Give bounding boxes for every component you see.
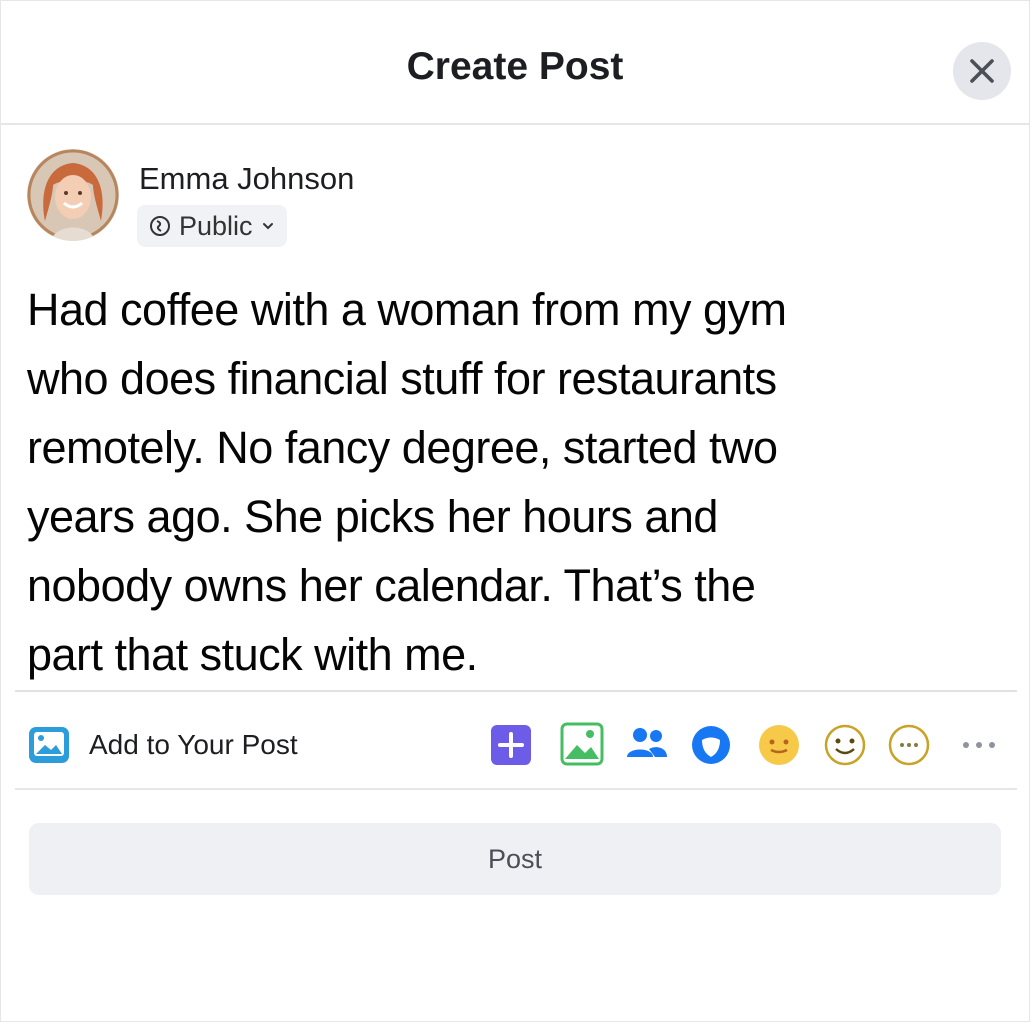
smiley-icon: [824, 724, 866, 766]
more-button[interactable]: [959, 735, 999, 755]
post-button[interactable]: Post: [29, 823, 1001, 895]
privacy-label: Public: [179, 210, 253, 241]
dialog-header: Create Post: [1, 1, 1029, 125]
post-line: nobody owns her calendar. That’s the: [27, 560, 756, 611]
post-line: remotely. No fancy degree, started two: [27, 422, 778, 473]
divider: [15, 788, 1017, 790]
add-to-post-label: Add to Your Post: [89, 729, 298, 760]
tag-people-button[interactable]: [625, 721, 669, 765]
author-name[interactable]: Emma Johnson: [139, 161, 354, 197]
feeling-button[interactable]: [757, 723, 801, 767]
more-icon: [963, 742, 995, 748]
plus-icon: [491, 725, 531, 765]
create-post-dialog: Create Post Emma Johnson Public Had coff…: [0, 0, 1030, 1022]
privacy-selector[interactable]: Public: [137, 205, 287, 247]
post-text-input[interactable]: Had coffee with a woman from my gym who …: [27, 275, 1012, 689]
photo-button[interactable]: [559, 721, 605, 767]
check-in-button[interactable]: [691, 725, 731, 765]
post-line: years ago. She picks her hours and: [27, 491, 718, 542]
post-line: Had coffee with a woman from my gym: [27, 284, 787, 335]
close-button[interactable]: [953, 42, 1011, 100]
feeling-icon: [759, 725, 799, 765]
chevron-down-icon: [262, 223, 273, 230]
post-line: who does financial stuff for restaurants: [27, 353, 777, 404]
dialog-title: Create Post: [406, 45, 624, 88]
emoji-button[interactable]: [823, 723, 867, 767]
add-to-post-bar: Add to Your Post: [27, 719, 1017, 771]
post-line: part that stuck with me.: [27, 629, 478, 680]
avatar: [27, 149, 119, 241]
globe-icon: [150, 216, 170, 236]
divider: [15, 690, 1017, 692]
image-icon: [560, 722, 604, 766]
more-options-circle-button[interactable]: [887, 723, 931, 767]
more-circle-icon: [888, 724, 930, 766]
location-icon: [692, 726, 730, 764]
tag-people-icon: [627, 728, 667, 757]
photo-frame-icon: [29, 727, 69, 763]
close-icon: [970, 59, 994, 83]
add-button[interactable]: [489, 723, 533, 767]
